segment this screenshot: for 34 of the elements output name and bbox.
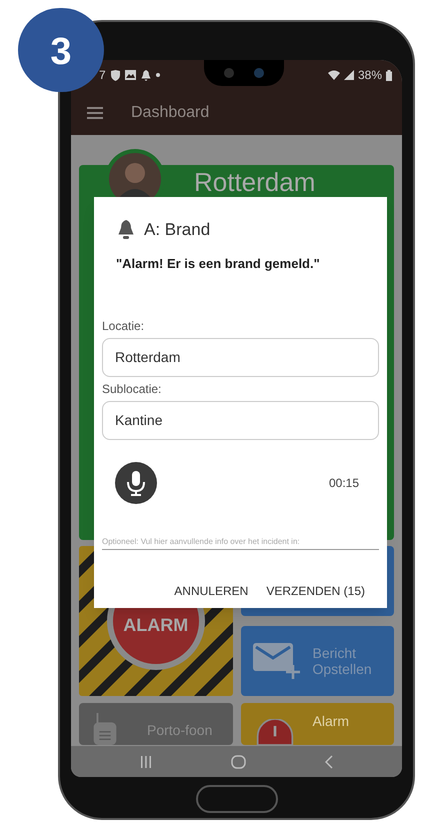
location-name: Rotterdam — [194, 167, 316, 197]
exclamation-icon — [254, 719, 294, 745]
tile-label: Bericht Opstellen — [312, 645, 372, 677]
bell-icon — [140, 70, 151, 80]
microphone-button[interactable] — [115, 462, 157, 504]
menu-icon[interactable] — [87, 106, 103, 118]
field-label: Sublocatie: — [102, 381, 162, 398]
dialog-button[interactable]: VERZENDEN (15) — [264, 582, 367, 600]
back-icon[interactable] — [324, 754, 333, 768]
recent-apps-icon[interactable] — [140, 756, 152, 768]
home-icon[interactable] — [230, 754, 246, 768]
envelope-plus-icon — [252, 643, 300, 679]
input-field[interactable]: Kantine — [102, 401, 379, 440]
wifi-icon — [328, 70, 340, 80]
bell-icon — [118, 220, 134, 240]
signal-icon — [344, 70, 354, 80]
walkie-talkie-icon — [93, 713, 117, 745]
status-time: 7 — [99, 67, 106, 84]
recording-time: 00:15 — [328, 475, 359, 492]
input-field[interactable]: Rotterdam — [102, 338, 379, 377]
dialog-title: A: Brand — [144, 219, 210, 241]
home-button-icon[interactable] — [196, 785, 278, 813]
battery-icon — [386, 70, 392, 80]
alarm-message: "Alarm! Er is een brand gemeld." — [115, 254, 321, 273]
battery-percent: 38% — [358, 67, 382, 84]
message-tile[interactable]: Bericht Opstellen — [240, 626, 394, 696]
field-label: Locatie: — [102, 318, 146, 335]
shield-icon — [110, 70, 120, 80]
image-icon — [124, 70, 136, 80]
notes-field[interactable]: Optioneel: Vul hier aanvullende info over het incident in: — [102, 534, 379, 550]
alert-tile[interactable]: Alarm — [240, 703, 394, 745]
app-title: Dashboard — [131, 102, 210, 122]
dot-icon — [156, 73, 160, 77]
tile-label: Alarm — [312, 713, 350, 729]
